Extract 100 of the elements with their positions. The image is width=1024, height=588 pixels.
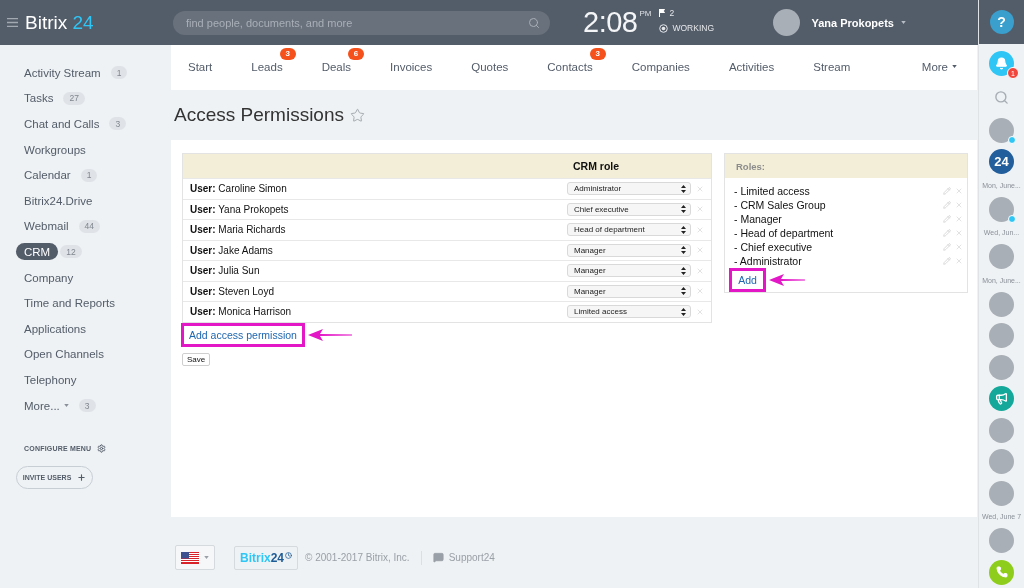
page-title: Access Permissions — [174, 104, 344, 126]
user-cell-text: User: Steven Loyd — [189, 285, 275, 297]
save-button[interactable]: Save — [182, 352, 210, 366]
user-cell-text: User: Jake Adams — [189, 244, 274, 256]
delete-icon[interactable] — [955, 229, 963, 237]
count-badge: 3 — [109, 117, 127, 131]
delete-icon[interactable] — [955, 257, 963, 265]
pencil-icon[interactable] — [943, 229, 951, 237]
nav-tab[interactable]: Quotes — [471, 57, 509, 78]
footer-logo: Bitrix24 — [239, 550, 284, 565]
nav-tab[interactable]: Start — [188, 57, 213, 78]
count-badge: 3 — [589, 47, 606, 60]
bell-icon[interactable] — [989, 51, 1014, 77]
avatar[interactable] — [773, 9, 801, 36]
sidebar-item[interactable]: More... — [16, 397, 77, 414]
logo-text: Bitrix 24 — [25, 11, 94, 34]
nav-tab[interactable]: Activities — [728, 57, 775, 78]
sidebar-item[interactable]: Tasks — [16, 89, 62, 107]
pencil-icon[interactable] — [943, 201, 951, 209]
pencil-icon[interactable] — [943, 243, 951, 251]
sidebar-item[interactable]: Chat and Calls — [16, 115, 108, 133]
caret-icon — [63, 404, 69, 407]
role-select[interactable]: Chief executive — [567, 202, 691, 216]
sidebar-item[interactable]: Webmail — [16, 217, 77, 235]
sidebar-item[interactable]: Applications — [16, 320, 94, 338]
search-field[interactable]: find people, documents, and more — [173, 10, 550, 35]
avatar[interactable] — [989, 417, 1014, 443]
nav-tab[interactable]: Invoices — [390, 57, 433, 78]
sidebar-item[interactable]: Time and Reports — [16, 294, 123, 312]
avatar[interactable] — [989, 117, 1014, 143]
us-flag-icon — [181, 551, 199, 564]
nav-tab[interactable]: Contacts — [547, 57, 593, 78]
delete-icon[interactable] — [696, 307, 704, 316]
avatar[interactable] — [989, 449, 1014, 475]
delete-icon[interactable] — [696, 246, 704, 255]
role-name: - Manager — [734, 213, 783, 225]
delete-icon[interactable] — [696, 205, 704, 214]
role-select[interactable]: Head of department — [567, 223, 691, 237]
phone-icon[interactable] — [989, 559, 1014, 585]
roles-title: Roles: — [736, 160, 766, 172]
megaphone-icon[interactable] — [989, 386, 1014, 412]
up-down-icon — [681, 287, 686, 296]
avatar[interactable] — [989, 244, 1014, 270]
delete-icon[interactable] — [696, 266, 704, 275]
group-chat-avatar[interactable]: 24 — [989, 149, 1014, 175]
add-link[interactable]: Add — [738, 274, 757, 286]
delete-icon[interactable] — [955, 187, 963, 195]
avatar[interactable] — [989, 196, 1014, 222]
nav-tab[interactable]: Deals — [321, 57, 352, 78]
avatar[interactable] — [989, 480, 1014, 506]
chat-icon — [432, 552, 444, 563]
user-cell-text: User: Yana Prokopets — [189, 203, 290, 215]
sidebar-item[interactable]: Open Channels — [16, 345, 112, 363]
sidebar-item[interactable]: Bitrix24.Drive — [16, 192, 101, 210]
sidebar-item[interactable]: Calendar — [16, 166, 79, 184]
avatar[interactable] — [989, 291, 1014, 317]
sidebar-item[interactable]: Company — [16, 269, 82, 287]
nav-tab[interactable]: Companies — [631, 57, 690, 78]
caret-icon — [901, 21, 906, 24]
avatar[interactable] — [989, 528, 1014, 554]
work-status: WORKING — [672, 23, 714, 33]
role-name: - Administrator — [734, 255, 803, 267]
clock-time: 2:08 — [583, 8, 638, 37]
nav-tab[interactable]: Leads — [251, 57, 283, 78]
nav-tab[interactable]: Stream — [813, 57, 851, 78]
up-down-icon — [681, 266, 686, 275]
settings-icon[interactable] — [97, 444, 107, 454]
star-icon[interactable] — [350, 107, 365, 123]
up-down-icon — [681, 205, 686, 214]
avatar[interactable] — [989, 323, 1014, 349]
avatar[interactable] — [989, 354, 1014, 380]
sidebar-item[interactable]: Telephony — [16, 371, 85, 389]
delete-icon[interactable] — [696, 225, 704, 234]
menu-icon[interactable] — [7, 18, 18, 27]
language-selector[interactable] — [175, 545, 215, 570]
sidebar-item[interactable]: Workgroups — [16, 141, 94, 159]
search-icon[interactable] — [994, 89, 1009, 105]
flag-icon — [659, 9, 666, 18]
pencil-icon[interactable] — [943, 257, 951, 265]
pencil-icon[interactable] — [943, 187, 951, 195]
delete-icon[interactable] — [955, 243, 963, 251]
role-select[interactable]: Manager — [567, 284, 691, 298]
role-select[interactable]: Limited access — [567, 305, 691, 319]
delete-icon[interactable] — [696, 184, 704, 193]
sidebar-item[interactable]: CRM — [16, 243, 59, 261]
role-select[interactable]: Manager — [567, 264, 691, 278]
logo-badge[interactable]: Bitrix24 — [234, 545, 298, 570]
delete-icon[interactable] — [955, 201, 963, 209]
nav-tab[interactable]: More — [921, 57, 957, 78]
delete-icon[interactable] — [696, 287, 704, 296]
clock-icon — [285, 551, 292, 559]
copyright-text: © 2001-2017 Bitrix, Inc. — [305, 552, 410, 563]
role-select[interactable]: Administrator — [567, 182, 691, 196]
user-name[interactable]: Yana Prokopets — [811, 16, 894, 29]
sidebar-item[interactable]: Activity Stream — [16, 64, 109, 82]
search-icon — [528, 16, 540, 29]
delete-icon[interactable] — [955, 215, 963, 223]
add-link[interactable]: Add access permission — [189, 328, 297, 341]
pencil-icon[interactable] — [943, 215, 951, 223]
role-select[interactable]: Manager — [567, 243, 691, 257]
